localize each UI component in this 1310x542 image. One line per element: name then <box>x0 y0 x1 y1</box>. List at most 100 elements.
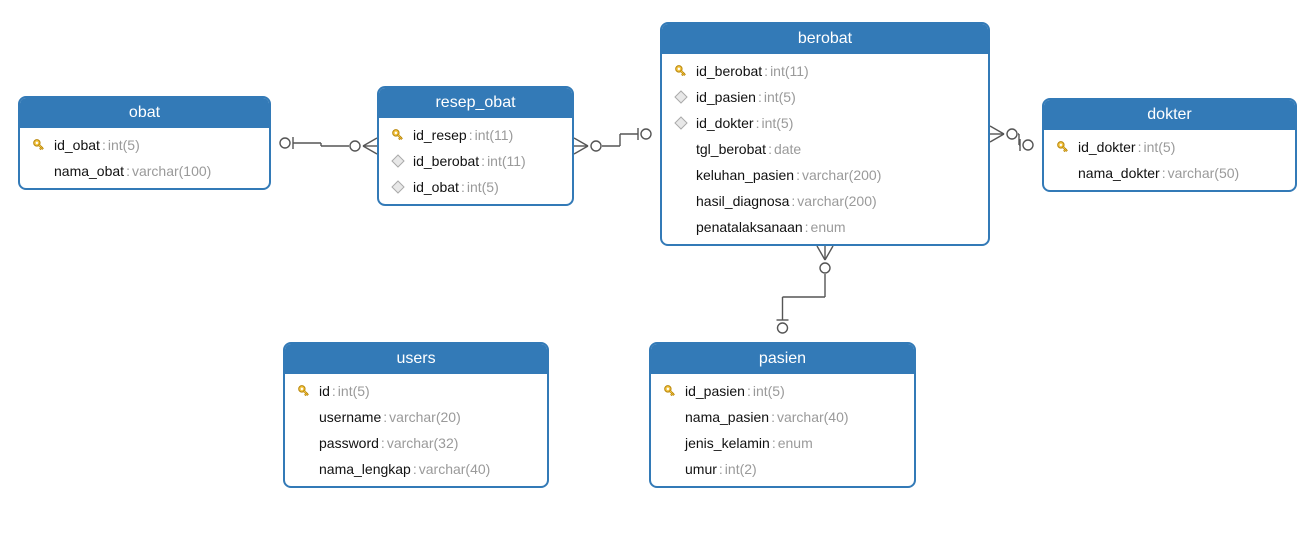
column-row[interactable]: password: varchar(32) <box>285 430 547 456</box>
column-row[interactable]: id_resep: int(11) <box>379 122 572 148</box>
column-name: id <box>319 381 330 401</box>
column-name: umur <box>685 459 717 479</box>
primary-key-icon <box>1054 138 1072 156</box>
column-row[interactable]: id_obat: int(5) <box>20 132 269 158</box>
blank-icon <box>295 460 313 478</box>
column-type: varchar(20) <box>389 407 461 427</box>
entity-resep_obat[interactable]: resep_obatid_resep: int(11)id_berobat: i… <box>377 86 574 206</box>
column-name: nama_pasien <box>685 407 769 427</box>
blank-icon <box>1054 164 1072 182</box>
column-row[interactable]: username: varchar(20) <box>285 404 547 430</box>
primary-key-icon <box>661 382 679 400</box>
column-type: varchar(200) <box>802 165 881 185</box>
column-type: int(11) <box>475 125 514 145</box>
column-row[interactable]: nama_lengkap: varchar(40) <box>285 456 547 482</box>
column-name: id_pasien <box>685 381 745 401</box>
column-name: id_dokter <box>1078 137 1136 157</box>
column-type: varchar(40) <box>777 407 849 427</box>
entity-title: resep_obat <box>379 88 572 118</box>
column-type: int(11) <box>770 61 809 81</box>
column-type: int(5) <box>764 87 796 107</box>
column-name: jenis_kelamin <box>685 433 770 453</box>
column-type: int(5) <box>753 381 785 401</box>
column-name: id_resep <box>413 125 467 145</box>
primary-key-icon <box>389 126 407 144</box>
blank-icon <box>672 166 690 184</box>
column-name: hasil_diagnosa <box>696 191 789 211</box>
column-name: penatalaksanaan <box>696 217 803 237</box>
column-name: username <box>319 407 381 427</box>
column-row[interactable]: nama_dokter: varchar(50) <box>1044 160 1295 186</box>
column-type: enum <box>778 433 813 453</box>
column-row[interactable]: id_berobat: int(11) <box>379 148 572 174</box>
column-type: varchar(100) <box>132 161 211 181</box>
column-row[interactable]: id_pasien: int(5) <box>662 84 988 110</box>
primary-key-icon <box>672 62 690 80</box>
entity-pasien[interactable]: pasienid_pasien: int(5)nama_pasien: varc… <box>649 342 916 488</box>
primary-key-icon <box>295 382 313 400</box>
column-row[interactable]: penatalaksanaan: enum <box>662 214 988 240</box>
blank-icon <box>661 434 679 452</box>
entity-title: users <box>285 344 547 374</box>
column-name: keluhan_pasien <box>696 165 794 185</box>
column-row[interactable]: id_berobat: int(11) <box>662 58 988 84</box>
column-row[interactable]: id_pasien: int(5) <box>651 378 914 404</box>
column-type: int(5) <box>338 381 370 401</box>
column-row[interactable]: id_dokter: int(5) <box>662 110 988 136</box>
blank-icon <box>672 192 690 210</box>
column-row[interactable]: id_obat: int(5) <box>379 174 572 200</box>
blank-icon <box>295 408 313 426</box>
entity-body: id_resep: int(11)id_berobat: int(11)id_o… <box>379 118 572 204</box>
blank-icon <box>661 408 679 426</box>
foreign-key-icon <box>389 152 407 170</box>
column-name: id_berobat <box>696 61 762 81</box>
column-row[interactable]: tgl_berobat: date <box>662 136 988 162</box>
entity-title: pasien <box>651 344 914 374</box>
column-name: id_pasien <box>696 87 756 107</box>
column-name: nama_lengkap <box>319 459 411 479</box>
column-row[interactable]: id: int(5) <box>285 378 547 404</box>
column-row[interactable]: jenis_kelamin: enum <box>651 430 914 456</box>
column-type: enum <box>811 217 846 237</box>
column-row[interactable]: nama_pasien: varchar(40) <box>651 404 914 430</box>
column-name: nama_dokter <box>1078 163 1160 183</box>
column-name: password <box>319 433 379 453</box>
column-type: int(5) <box>467 177 499 197</box>
column-row[interactable]: hasil_diagnosa: varchar(200) <box>662 188 988 214</box>
column-type: int(5) <box>761 113 793 133</box>
entity-obat[interactable]: obatid_obat: int(5)nama_obat: varchar(10… <box>18 96 271 190</box>
entity-body: id_pasien: int(5)nama_pasien: varchar(40… <box>651 374 914 486</box>
column-type: int(11) <box>487 151 526 171</box>
entity-title: dokter <box>1044 100 1295 130</box>
foreign-key-icon <box>389 178 407 196</box>
column-name: id_dokter <box>696 113 754 133</box>
column-name: nama_obat <box>54 161 124 181</box>
entity-title: berobat <box>662 24 988 54</box>
column-row[interactable]: umur: int(2) <box>651 456 914 482</box>
blank-icon <box>672 218 690 236</box>
column-type: varchar(32) <box>387 433 459 453</box>
blank-icon <box>661 460 679 478</box>
entity-body: id_obat: int(5)nama_obat: varchar(100) <box>20 128 269 188</box>
column-type: int(5) <box>108 135 140 155</box>
column-type: int(2) <box>725 459 757 479</box>
entity-body: id_berobat: int(11)id_pasien: int(5)id_d… <box>662 54 988 244</box>
entity-berobat[interactable]: berobat id_berobat: int(11)id_pasien: int… <box>660 22 990 246</box>
column-name: id_obat <box>54 135 100 155</box>
erd-canvas: { "entities": { "obat": { "title": "obat… <box>0 0 1310 542</box>
entity-dokter[interactable]: dokterid_dokter: int(5)nama_dokter: varc… <box>1042 98 1297 192</box>
entity-body: id_dokter: int(5)nama_dokter: varchar(50… <box>1044 130 1295 190</box>
column-row[interactable]: id_dokter: int(5) <box>1044 134 1295 160</box>
foreign-key-icon <box>672 88 690 106</box>
primary-key-icon <box>30 136 48 154</box>
column-type: date <box>774 139 801 159</box>
column-type: varchar(200) <box>797 191 876 211</box>
column-type: varchar(50) <box>1168 163 1240 183</box>
entity-body: id: int(5)username: varchar(20)password:… <box>285 374 547 486</box>
column-name: id_berobat <box>413 151 479 171</box>
column-row[interactable]: keluhan_pasien: varchar(200) <box>662 162 988 188</box>
column-type: int(5) <box>1143 137 1175 157</box>
entity-users[interactable]: usersid: int(5)username: varchar(20)pass… <box>283 342 549 488</box>
column-type: varchar(40) <box>419 459 491 479</box>
column-row[interactable]: nama_obat: varchar(100) <box>20 158 269 184</box>
